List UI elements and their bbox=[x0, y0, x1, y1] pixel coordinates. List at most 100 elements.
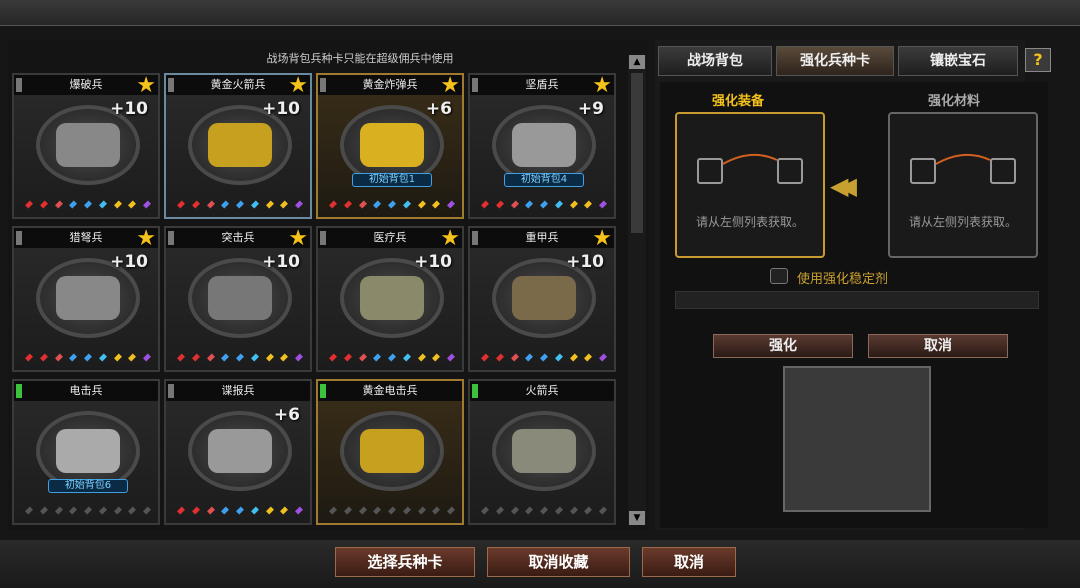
gem-icon bbox=[417, 200, 426, 209]
card-item[interactable]: 电击兵 初始背包6 bbox=[12, 379, 160, 525]
gem-icon bbox=[177, 353, 185, 362]
star-icon: ★ bbox=[136, 73, 156, 98]
scroll-thumb[interactable] bbox=[631, 73, 643, 233]
tab-enhance-card[interactable]: 强化兵种卡 bbox=[776, 46, 894, 76]
card-level: +10 bbox=[262, 252, 300, 272]
gem-icon bbox=[206, 353, 215, 362]
card-item[interactable]: 爆破兵 ★ +10 bbox=[12, 73, 160, 219]
gem-icon bbox=[280, 506, 289, 515]
gem-icon bbox=[343, 353, 352, 362]
item-icon bbox=[56, 123, 120, 167]
enhance-button[interactable]: 强化 bbox=[713, 334, 853, 358]
gem-icon bbox=[569, 506, 578, 515]
gem-icon bbox=[388, 200, 396, 209]
gem-icon bbox=[525, 353, 534, 362]
gem-icon bbox=[206, 200, 215, 209]
gem-icon bbox=[25, 506, 33, 515]
gem-icon bbox=[329, 200, 337, 209]
hand-icon bbox=[910, 158, 936, 184]
item-icon bbox=[360, 123, 424, 167]
gem-row bbox=[25, 353, 151, 362]
gem-icon bbox=[584, 200, 593, 209]
hand-icon bbox=[777, 158, 803, 184]
gem-row bbox=[177, 506, 303, 515]
gem-icon bbox=[39, 353, 48, 362]
equip-slot[interactable]: 请从左侧列表获取。 bbox=[675, 112, 825, 258]
cancel-button[interactable]: 取消 bbox=[642, 547, 736, 577]
gem-icon bbox=[177, 200, 185, 209]
gem-icon bbox=[143, 506, 151, 515]
gem-icon bbox=[495, 353, 504, 362]
gem-icon bbox=[584, 506, 593, 515]
gem-icon bbox=[525, 200, 534, 209]
scroll-down-arrow-icon[interactable]: ▼ bbox=[629, 511, 645, 525]
status-flag bbox=[320, 231, 326, 245]
status-flag bbox=[168, 78, 174, 92]
gem-icon bbox=[265, 353, 274, 362]
gem-icon bbox=[510, 506, 519, 515]
gem-icon bbox=[569, 353, 578, 362]
gem-icon bbox=[495, 506, 504, 515]
gem-icon bbox=[343, 506, 352, 515]
card-level: +10 bbox=[414, 252, 452, 272]
card-item[interactable]: 突击兵 ★ +10 bbox=[164, 226, 312, 372]
status-flag bbox=[16, 384, 22, 398]
gem-icon bbox=[540, 353, 548, 362]
gem-icon bbox=[39, 506, 48, 515]
gem-icon bbox=[128, 200, 137, 209]
gem-icon bbox=[540, 200, 548, 209]
star-icon: ★ bbox=[136, 226, 156, 251]
material-slot[interactable]: 请从左侧列表获取。 bbox=[888, 112, 1038, 258]
gem-icon bbox=[250, 200, 259, 209]
scroll-up-arrow-icon[interactable]: ▲ bbox=[629, 55, 645, 69]
star-icon: ★ bbox=[288, 73, 308, 98]
gem-icon bbox=[128, 506, 137, 515]
gem-icon bbox=[510, 353, 519, 362]
gem-row bbox=[329, 353, 455, 362]
help-button[interactable]: ? bbox=[1025, 48, 1051, 72]
scrollbar[interactable]: ▲ ▼ bbox=[628, 55, 646, 525]
gem-row bbox=[329, 200, 455, 209]
select-card-button[interactable]: 选择兵种卡 bbox=[335, 547, 475, 577]
card-level: +6 bbox=[425, 99, 452, 119]
item-icon bbox=[360, 276, 424, 320]
card-item[interactable]: 医疗兵 ★ +10 bbox=[316, 226, 464, 372]
card-item[interactable]: 火箭兵 bbox=[468, 379, 616, 525]
gem-icon bbox=[221, 200, 230, 209]
star-icon: ★ bbox=[440, 73, 460, 98]
gem-icon bbox=[84, 506, 92, 515]
gem-row bbox=[481, 353, 607, 362]
card-item[interactable]: 坚盾兵 ★ +9 初始背包4 bbox=[468, 73, 616, 219]
card-item[interactable]: 黄金电击兵 bbox=[316, 379, 464, 525]
gem-icon bbox=[417, 506, 426, 515]
arrow-icon bbox=[722, 153, 778, 165]
card-item[interactable]: 谍报兵 +6 bbox=[164, 379, 312, 525]
stabilizer-checkbox[interactable] bbox=[770, 268, 788, 284]
card-item[interactable]: 重甲兵 ★ +10 bbox=[468, 226, 616, 372]
gem-icon bbox=[113, 506, 122, 515]
card-name: 火箭兵 bbox=[470, 381, 614, 401]
enhance-cancel-button[interactable]: 取消 bbox=[868, 334, 1008, 358]
status-flag bbox=[320, 384, 326, 398]
gem-icon bbox=[250, 506, 259, 515]
tab-inlay-gem[interactable]: 镶嵌宝石 bbox=[898, 46, 1018, 76]
card-item[interactable]: 黄金火箭兵 ★ +10 bbox=[164, 73, 312, 219]
gem-icon bbox=[98, 506, 107, 515]
card-tag: 初始背包1 bbox=[352, 173, 432, 187]
item-icon bbox=[56, 429, 120, 473]
progress-bar bbox=[675, 291, 1039, 309]
card-level: +10 bbox=[110, 252, 148, 272]
unfavorite-button[interactable]: 取消收藏 bbox=[487, 547, 630, 577]
gem-icon bbox=[447, 200, 455, 209]
gem-icon bbox=[343, 200, 352, 209]
gem-icon bbox=[402, 200, 411, 209]
card-item[interactable]: 猎弩兵 ★ +10 bbox=[12, 226, 160, 372]
card-tag: 初始背包4 bbox=[504, 173, 584, 187]
gem-icon bbox=[295, 353, 303, 362]
gem-icon bbox=[25, 353, 33, 362]
card-name: 谍报兵 bbox=[166, 381, 310, 401]
gem-icon bbox=[143, 353, 151, 362]
tab-battle-backpack[interactable]: 战场背包 bbox=[658, 46, 772, 76]
card-item[interactable]: 黄金炸弹兵 ★ +6 初始背包1 bbox=[316, 73, 464, 219]
gem-icon bbox=[98, 200, 107, 209]
